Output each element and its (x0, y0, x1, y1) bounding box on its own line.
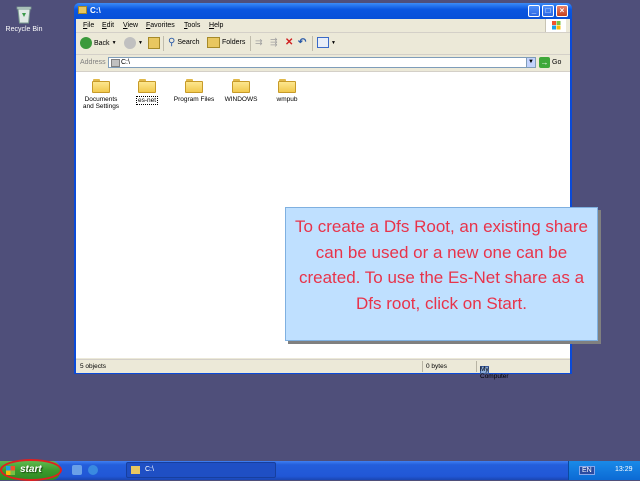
recycle-bin[interactable]: Recycle Bin (4, 4, 44, 33)
delete-button[interactable]: ✕ (285, 37, 293, 48)
menu-view[interactable]: View (123, 22, 138, 29)
folder-icon (131, 466, 140, 474)
menu-favorites[interactable]: Favorites (146, 22, 175, 29)
folder-wmpub[interactable]: wmpub (265, 75, 309, 103)
chevron-down-icon: ▼ (111, 40, 117, 46)
back-button[interactable]: Back ▼ (80, 37, 117, 49)
folder-label: wmpub (276, 96, 298, 103)
folder-icon (92, 79, 110, 93)
address-value: C:\ (121, 59, 130, 66)
address-input[interactable]: C:\ (108, 57, 534, 68)
address-bar: Address C:\ ▼ → Go (76, 55, 570, 72)
maximize-button[interactable]: □ (542, 5, 554, 17)
address-dropdown-button[interactable]: ▼ (526, 57, 536, 68)
folder-label: Program Files (173, 96, 215, 103)
folder-icon (78, 6, 87, 14)
drive-icon (111, 59, 120, 67)
delete-icon: ✕ (285, 37, 294, 48)
toolbar: Back ▼ ▼ ⚲ Search Folders ⇉ ⇶ ✕ ↶ ▼ (76, 33, 570, 55)
folder-icon (232, 79, 250, 93)
recycle-bin-label: Recycle Bin (5, 26, 43, 33)
views-button[interactable]: ▼ (317, 37, 336, 48)
forward-button[interactable]: ▼ (124, 37, 143, 49)
minimize-button[interactable]: _ (528, 5, 540, 17)
back-arrow-icon (80, 37, 92, 49)
search-button[interactable]: ⚲ Search (168, 37, 200, 48)
folder-icon (185, 79, 203, 93)
folder-icon (278, 79, 296, 93)
views-icon (317, 37, 329, 48)
folder-label: es-net (135, 96, 159, 105)
up-folder-icon (148, 37, 160, 49)
address-label: Address (80, 59, 106, 66)
move-to-icon: ⇉ (255, 37, 263, 47)
folder-documents-and-settings[interactable]: Documents and Settings (79, 75, 123, 110)
search-icon: ⚲ (168, 37, 176, 48)
folders-button[interactable]: Folders (207, 37, 245, 48)
status-bar: 5 objects 0 bytes My Computer (76, 359, 570, 380)
back-label: Back (94, 39, 110, 47)
copy-to-icon: ⇶ (270, 37, 278, 47)
copy-to-button[interactable]: ⇶ (270, 37, 278, 48)
taskbar-item-explorer[interactable]: C:\ (126, 462, 276, 478)
folder-es-net[interactable]: es-net (125, 75, 169, 105)
start-highlight-ring (0, 459, 62, 481)
show-desktop-icon[interactable] (72, 465, 82, 475)
up-folder-button[interactable] (148, 37, 160, 49)
chevron-down-icon: ▼ (331, 39, 336, 46)
clock[interactable]: 13:29 (615, 466, 633, 473)
folder-label: WINDOWS (224, 96, 258, 103)
move-to-button[interactable]: ⇉ (255, 37, 263, 48)
go-button[interactable]: → Go (539, 57, 561, 68)
go-label: Go (552, 59, 562, 66)
recycle-bin-icon (15, 4, 33, 24)
taskbar-item-label: C:\ (145, 466, 154, 473)
menu-edit[interactable]: Edit (102, 22, 114, 29)
forward-arrow-icon (124, 37, 136, 49)
status-size: 0 bytes (426, 363, 447, 370)
menu-help[interactable]: Help (209, 22, 223, 29)
menu-bar: File Edit View Favorites Tools Help (76, 19, 570, 33)
folders-icon (207, 37, 220, 48)
folder-label: Documents and Settings (82, 96, 120, 110)
menu-file[interactable]: File (83, 22, 94, 29)
undo-icon: ↶ (298, 37, 307, 48)
menu-tools[interactable]: Tools (184, 22, 200, 29)
status-objects: 5 objects (80, 363, 107, 370)
folder-program-files[interactable]: Program Files (172, 75, 216, 103)
title-bar[interactable]: C:\ _ □ × (74, 3, 572, 19)
undo-button[interactable]: ↶ (298, 37, 306, 48)
close-button[interactable]: × (556, 5, 568, 17)
window-title: C:\ (90, 6, 101, 15)
callout-text: To create a Dfs Root, an existing share … (295, 217, 588, 313)
windows-logo-icon (545, 19, 566, 32)
language-indicator[interactable]: EN (579, 466, 595, 475)
search-label: Search (177, 39, 200, 46)
go-arrow-icon: → (539, 57, 550, 68)
folder-windows[interactable]: WINDOWS (219, 75, 263, 103)
system-tray: EN 13:29 (568, 461, 640, 480)
folders-label: Folders (222, 39, 246, 46)
tutorial-callout: To create a Dfs Root, an existing share … (285, 207, 598, 341)
internet-explorer-icon[interactable] (88, 465, 98, 475)
shared-folder-icon (138, 79, 156, 93)
chevron-down-icon: ▼ (138, 40, 143, 46)
